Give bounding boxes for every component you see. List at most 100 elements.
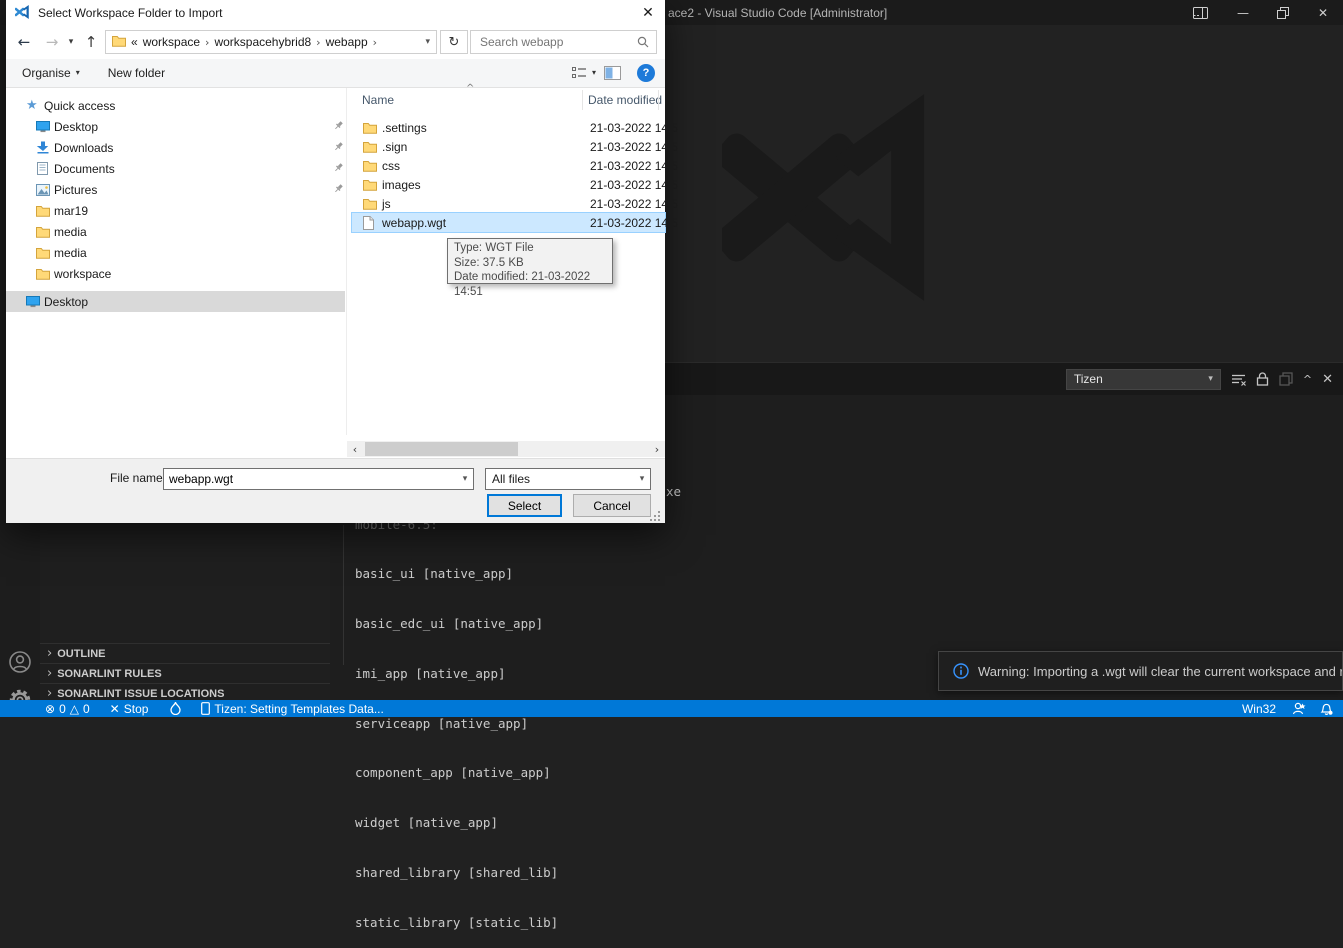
address-dropdown-icon[interactable]: ▾ xyxy=(425,38,430,47)
preview-pane-icon[interactable] xyxy=(604,66,621,80)
sidebar-item-desktop-root-selected[interactable]: Desktop xyxy=(6,291,345,312)
dialog-close-button[interactable]: ✕ xyxy=(631,0,665,25)
scroll-right-icon[interactable]: › xyxy=(649,441,665,457)
notifications-bell-icon[interactable] xyxy=(1320,702,1333,716)
column-header-date-modified[interactable]: Date modified xyxy=(588,88,662,112)
file-tooltip: Type: WGT File Size: 37.5 KB Date modifi… xyxy=(447,238,613,284)
duplicate-terminal-icon[interactable] xyxy=(1279,372,1293,386)
cancel-button[interactable]: Cancel xyxy=(573,494,651,517)
search-box[interactable] xyxy=(470,30,657,54)
select-workspace-dialog: Select Workspace Folder to Import ✕ ← → … xyxy=(6,0,665,523)
problems-status[interactable]: ⊗ 0 △ 0 xyxy=(45,702,90,716)
clear-terminal-icon[interactable] xyxy=(1231,373,1246,386)
new-folder-button[interactable]: New folder xyxy=(108,66,165,80)
sidebar-item-downloads[interactable]: Downloads xyxy=(6,137,345,158)
section-outline[interactable]: › OUTLINE xyxy=(40,643,330,663)
help-button[interactable]: ? xyxy=(637,64,655,82)
sonarlint-flame-icon[interactable] xyxy=(170,702,181,715)
tizen-status-text: Tizen: Setting Templates Data... xyxy=(214,702,383,716)
scrollbar-thumb[interactable] xyxy=(365,442,518,456)
tooltip-size: Size: 37.5 KB xyxy=(454,256,606,271)
search-icon xyxy=(637,36,649,48)
back-icon[interactable]: ← xyxy=(12,25,36,59)
breadcrumb-webapp[interactable]: webapp xyxy=(326,35,368,49)
restore-button[interactable] xyxy=(1263,0,1303,25)
notification-toast[interactable]: Warning: Importing a .wgt will clear the… xyxy=(938,651,1343,691)
sidebar-item-workspace[interactable]: workspace xyxy=(6,263,345,284)
file-name-input[interactable] xyxy=(164,472,457,486)
breadcrumb-workspacehybrid8[interactable]: workspacehybrid8 xyxy=(214,35,311,49)
file-type-value: All files xyxy=(492,472,530,486)
chevron-down-icon: ▾ xyxy=(592,69,596,77)
terminal-line: component_app [native_app] xyxy=(355,765,558,782)
scroll-left-icon[interactable]: ‹ xyxy=(347,441,363,457)
section-label: SONARLINT RULES xyxy=(57,668,162,680)
chevron-right-icon: › xyxy=(47,687,52,700)
notification-text: Warning: Importing a .wgt will clear the… xyxy=(978,664,1343,679)
organise-label: Organise xyxy=(22,66,71,80)
sidebar-item-documents[interactable]: Documents xyxy=(6,158,345,179)
address-bar[interactable]: « workspace › workspacehybrid8 › webapp … xyxy=(105,30,437,54)
chevron-down-icon[interactable]: ▾ xyxy=(457,475,473,484)
view-mode-button[interactable]: ▾ xyxy=(572,67,596,79)
sidebar-item-pictures[interactable]: Pictures xyxy=(6,179,345,200)
up-icon[interactable]: ↑ xyxy=(80,25,102,59)
terminal-decoration-bar xyxy=(343,525,344,665)
file-icon xyxy=(363,216,374,230)
sidebar-item-label: Desktop xyxy=(54,120,98,134)
horizontal-scrollbar[interactable]: ‹ › xyxy=(347,441,665,457)
column-divider[interactable] xyxy=(658,90,659,110)
platform-indicator[interactable]: Win32 xyxy=(1242,702,1276,716)
file-row-sign[interactable]: .sign 21-03-2022 14:5 xyxy=(352,137,665,156)
column-divider[interactable] xyxy=(582,90,583,110)
file-row-js[interactable]: js 21-03-2022 14:5 xyxy=(352,194,665,213)
sidebar-item-mar19[interactable]: mar19 xyxy=(6,200,345,221)
file-row-webapp-wgt-selected[interactable]: webapp.wgt 21-03-2022 14:5 xyxy=(352,213,665,232)
stop-button[interactable]: ✕ Stop xyxy=(110,702,149,716)
sidebar-item-quick-access[interactable]: ★ Quick access xyxy=(6,95,345,116)
chevron-down-icon: ▾ xyxy=(634,475,650,484)
file-name-combobox[interactable]: ▾ xyxy=(163,468,474,490)
search-input[interactable] xyxy=(478,34,637,50)
history-chevron-icon[interactable]: ▾ xyxy=(64,25,78,59)
forward-icon[interactable]: → xyxy=(40,25,64,59)
file-row-settings[interactable]: .settings 21-03-2022 14:5 xyxy=(352,118,665,137)
status-bar: ⊗ 0 △ 0 ✕ Stop Tizen: Setting Templates … xyxy=(0,700,1343,717)
file-row-images[interactable]: images 21-03-2022 14:5 xyxy=(352,175,665,194)
refresh-button[interactable]: ↻ xyxy=(440,30,468,54)
column-header-name[interactable]: Name xyxy=(362,88,394,112)
section-sonarlint-rules[interactable]: › SONARLINT RULES xyxy=(40,663,330,683)
breadcrumb-workspace[interactable]: workspace xyxy=(143,35,200,49)
panel-maximize-icon[interactable]: ^ xyxy=(1303,374,1312,385)
pin-icon xyxy=(333,120,344,134)
file-date: 21-03-2022 14:5 xyxy=(590,216,678,230)
sidebar-item-media-2[interactable]: media xyxy=(6,242,345,263)
lock-icon[interactable] xyxy=(1256,372,1269,386)
folder-icon xyxy=(363,179,377,191)
file-row-css[interactable]: css 21-03-2022 14:5 xyxy=(352,156,665,175)
close-window-button[interactable]: ✕ xyxy=(1303,0,1343,25)
customize-layout-icon[interactable] xyxy=(1180,0,1220,25)
help-glyph: ? xyxy=(643,67,650,79)
dialog-nav-row: ← → ▾ ↑ « workspace › workspacehybrid8 ›… xyxy=(6,25,665,59)
sidebar-item-desktop[interactable]: Desktop xyxy=(6,116,345,137)
select-button[interactable]: Select xyxy=(487,494,562,517)
minimize-button[interactable]: — xyxy=(1223,0,1263,25)
tooltip-type: Type: WGT File xyxy=(454,241,606,256)
resize-grip-icon[interactable] xyxy=(650,510,660,524)
terminal-line: basic_ui [native_app] xyxy=(355,566,558,583)
chevron-right-icon: › xyxy=(205,37,209,48)
dialog-titlebar: Select Workspace Folder to Import ✕ xyxy=(6,0,665,25)
folder-icon xyxy=(363,122,377,134)
tizen-status[interactable]: Tizen: Setting Templates Data... xyxy=(201,702,383,716)
account-icon[interactable] xyxy=(8,650,32,679)
sidebar-item-media[interactable]: media xyxy=(6,221,345,242)
panel-close-icon[interactable]: ✕ xyxy=(1322,373,1333,386)
file-name-label: File name: xyxy=(110,471,166,485)
terminal-profile-select[interactable]: Tizen ▾ xyxy=(1066,369,1221,390)
terminal-line: serviceapp [native_app] xyxy=(355,716,558,733)
dialog-title: Select Workspace Folder to Import xyxy=(38,6,223,20)
feedback-icon[interactable] xyxy=(1292,702,1306,715)
file-type-select[interactable]: All files ▾ xyxy=(485,468,651,490)
organise-button[interactable]: Organise ▾ xyxy=(22,66,80,80)
